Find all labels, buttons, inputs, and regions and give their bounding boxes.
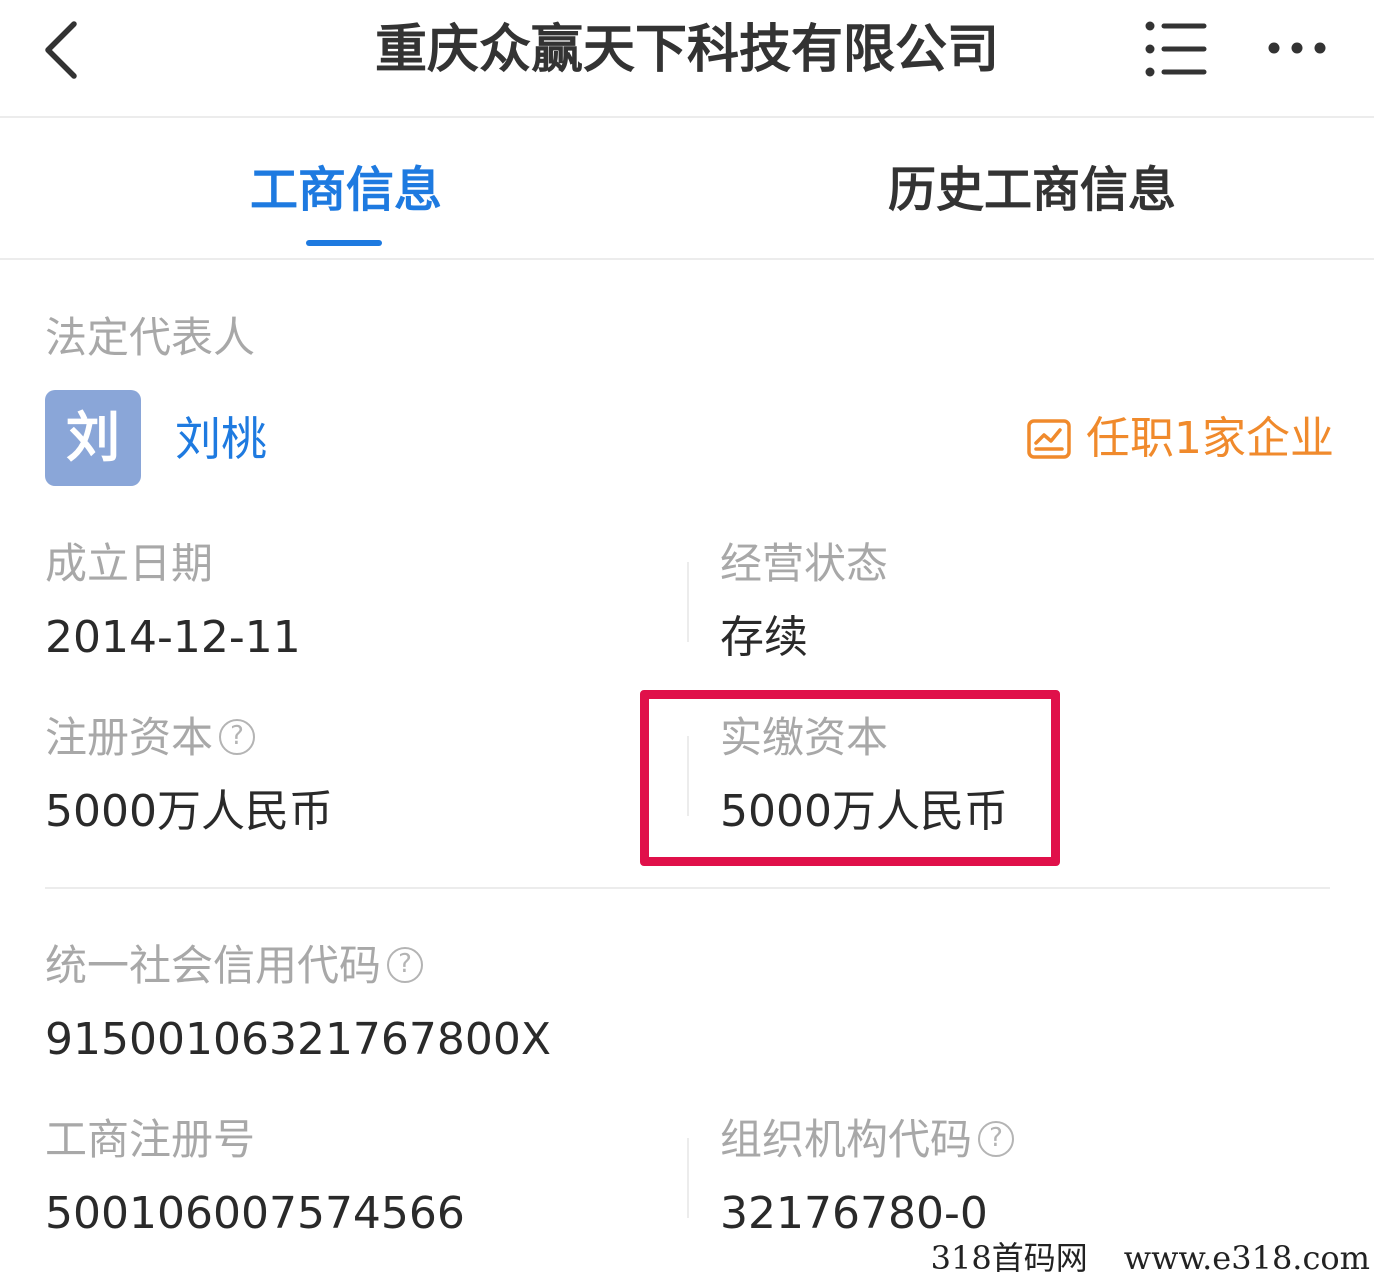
reg-number-value: 500106007574566 [45, 1188, 465, 1239]
top-nav-bar: 重庆众赢天下科技有限公司 [0, 0, 1374, 118]
established-label: 成立日期 [45, 539, 214, 588]
established-value: 2014-12-11 [45, 612, 301, 663]
org-code-label-text: 组织机构代码 [720, 1115, 973, 1164]
help-icon[interactable]: ? [978, 1120, 1015, 1157]
legal-rep-label: 法定代表人 [45, 313, 256, 362]
registered-capital-value: 5000万人民币 [45, 786, 333, 837]
org-code-label: 组织机构代码? [720, 1114, 1015, 1166]
credit-code-label: 统一社会信用代码? [45, 940, 424, 992]
active-tab-indicator [306, 240, 382, 246]
back-button[interactable] [38, 18, 98, 82]
positions-link[interactable]: 任职1家企业 [1026, 410, 1334, 468]
status-value: 存续 [720, 612, 808, 663]
avatar: 刘 [45, 390, 141, 486]
watermark-site-name: 318首码网 [930, 1239, 1088, 1277]
more-horizontal-icon [1268, 42, 1326, 54]
reg-number-label: 工商注册号 [45, 1115, 256, 1164]
credit-code-value: 91500106321767800X [45, 1014, 552, 1065]
tab-history-business-info[interactable]: 历史工商信息 [888, 160, 1176, 220]
watermark-url: www.e318.com [1123, 1239, 1370, 1277]
registered-capital-label: 注册资本? [45, 712, 256, 764]
org-code-value: 32176780-0 [720, 1188, 988, 1239]
section-divider [45, 887, 1330, 889]
help-icon[interactable]: ? [387, 946, 424, 983]
list-button[interactable] [1140, 18, 1210, 82]
legal-rep-name-link[interactable]: 刘桃 [175, 410, 267, 468]
column-divider [687, 1138, 689, 1218]
tab-bar: 工商信息 历史工商信息 [0, 120, 1374, 260]
list-icon [1145, 21, 1207, 77]
chart-icon [1027, 419, 1071, 459]
page-title: 重庆众赢天下科技有限公司 [374, 20, 999, 80]
watermark: 318首码网 www.e318.com [931, 1236, 1370, 1280]
help-icon[interactable]: ? [219, 718, 256, 755]
credit-code-label-text: 统一社会信用代码 [45, 941, 382, 990]
highlight-box [640, 690, 1060, 866]
status-label: 经营状态 [720, 539, 889, 588]
column-divider [687, 562, 689, 642]
chevron-left-icon [45, 21, 77, 79]
more-button[interactable] [1262, 30, 1332, 70]
tab-business-info[interactable]: 工商信息 [250, 160, 442, 220]
positions-text: 任职1家企业 [1086, 413, 1334, 464]
registered-capital-label-text: 注册资本 [45, 713, 214, 762]
